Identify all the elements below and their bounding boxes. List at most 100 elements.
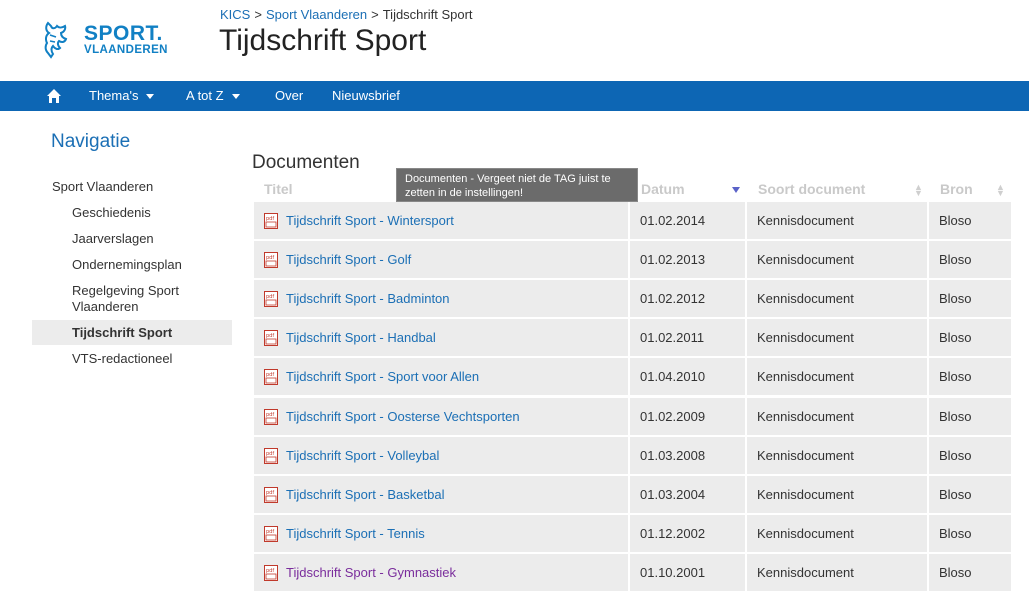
breadcrumb-separator: > bbox=[371, 7, 379, 22]
cell-kind: Kennisdocument bbox=[747, 475, 927, 513]
cell-title: pdf Tijdschrift Sport - Basketbal bbox=[254, 475, 628, 513]
cell-title: pdf Tijdschrift Sport - Oosterse Vechtspo… bbox=[254, 397, 628, 435]
main-navbar: Thema's A tot Z Over Nieuwsbrief bbox=[0, 81, 1029, 111]
svg-text:pdf: pdf bbox=[266, 216, 274, 222]
table-row: pdf Tijdschrift Sport - Oosterse Vechtspo… bbox=[254, 397, 1011, 435]
table-row: pdf Tijdschrift Sport - Wintersport 01.02.… bbox=[254, 202, 1011, 239]
table-row: pdf Tijdschrift Sport - Golf 01.02.2013 Ken… bbox=[254, 241, 1011, 279]
document-link[interactable]: Tijdschrift Sport - Gymnastiek bbox=[286, 565, 456, 580]
cell-title: pdf Tijdschrift Sport - Tennis bbox=[254, 514, 628, 552]
nav-over[interactable]: Over bbox=[275, 81, 303, 111]
svg-text:pdf: pdf bbox=[266, 568, 274, 574]
table-row: pdf Tijdschrift Sport - Sport voor Allen 0… bbox=[254, 358, 1011, 396]
cell-kind: Kennisdocument bbox=[747, 241, 927, 279]
pdf-icon: pdf bbox=[264, 291, 278, 308]
chevron-down-icon bbox=[231, 94, 240, 100]
svg-text:pdf: pdf bbox=[266, 412, 274, 418]
cell-title: pdf Tijdschrift Sport - Golf bbox=[254, 241, 628, 279]
column-header-datum[interactable]: Datum bbox=[641, 178, 685, 200]
sidebar-item-tijdschrift-sport[interactable]: Tijdschrift Sport bbox=[32, 320, 232, 345]
cell-title: pdf Tijdschrift Sport - Volleybal bbox=[254, 436, 628, 474]
pdf-icon: pdf bbox=[264, 486, 278, 503]
document-link[interactable]: Tijdschrift Sport - Basketbal bbox=[286, 487, 444, 502]
table-row: pdf Tijdschrift Sport - Basketbal 01.03.20… bbox=[254, 475, 1011, 513]
sidebar-item-sport-vlaanderen[interactable]: Sport Vlaanderen bbox=[32, 179, 232, 195]
table-row: pdf Tijdschrift Sport - Handbal 01.02.2011… bbox=[254, 319, 1011, 357]
pdf-icon: pdf bbox=[264, 408, 278, 425]
document-link[interactable]: Tijdschrift Sport - Wintersport bbox=[286, 213, 454, 228]
cell-kind: Kennisdocument bbox=[747, 202, 927, 239]
cell-source: Bloso bbox=[929, 553, 1011, 591]
sidebar-item-jaarverslagen[interactable]: Jaarverslagen bbox=[32, 231, 232, 247]
document-link[interactable]: Tijdschrift Sport - Handbal bbox=[286, 330, 436, 345]
table-row: pdf Tijdschrift Sport - Tennis 01.12.2002 K… bbox=[254, 514, 1011, 552]
cell-source: Bloso bbox=[929, 358, 1011, 396]
nav-themas[interactable]: Thema's bbox=[89, 81, 155, 111]
cell-kind: Kennisdocument bbox=[747, 358, 927, 396]
pdf-icon: pdf bbox=[264, 525, 278, 542]
sidebar-item-regelgeving[interactable]: Regelgeving Sport Vlaanderen bbox=[32, 283, 232, 315]
cell-title: pdf Tijdschrift Sport - Gymnastiek bbox=[254, 553, 628, 591]
sidebar-item-ondernemingsplan[interactable]: Ondernemingsplan bbox=[32, 257, 232, 273]
sort-icon[interactable]: ▲ ▼ bbox=[914, 183, 923, 198]
page-title: Tijdschrift Sport bbox=[219, 24, 427, 57]
svg-text:pdf: pdf bbox=[266, 451, 274, 457]
cell-source: Bloso bbox=[929, 436, 1011, 474]
svg-text:pdf: pdf bbox=[266, 372, 274, 378]
cell-date: 01.04.2010 bbox=[630, 358, 745, 396]
svg-text:pdf: pdf bbox=[266, 294, 274, 300]
document-link[interactable]: Tijdschrift Sport - Badminton bbox=[286, 291, 450, 306]
sidebar-title: Navigatie bbox=[51, 131, 131, 152]
pdf-icon: pdf bbox=[264, 252, 278, 269]
svg-text:pdf: pdf bbox=[266, 255, 274, 261]
home-icon[interactable] bbox=[46, 88, 62, 104]
cell-source: Bloso bbox=[929, 319, 1011, 357]
nav-a-tot-z[interactable]: A tot Z bbox=[186, 81, 240, 111]
document-link[interactable]: Tijdschrift Sport - Sport voor Allen bbox=[286, 369, 479, 384]
svg-text:pdf: pdf bbox=[266, 490, 274, 496]
cell-title: pdf Tijdschrift Sport - Wintersport bbox=[254, 202, 628, 239]
site-header: SPORT. VLAANDEREN KICS > Sport Vlaanderen >… bbox=[0, 0, 1029, 81]
sort-icon[interactable]: ▲ ▼ bbox=[996, 183, 1005, 198]
document-link[interactable]: Tijdschrift Sport - Volleybal bbox=[286, 448, 439, 463]
column-header-titel[interactable]: Titel bbox=[264, 178, 293, 200]
nav-nieuwsbrief[interactable]: Nieuwsbrief bbox=[332, 81, 400, 111]
pdf-icon: pdf bbox=[264, 447, 278, 464]
pdf-icon: pdf bbox=[264, 213, 278, 229]
sidebar-item-geschiedenis[interactable]: Geschiedenis bbox=[32, 205, 232, 221]
cell-title: pdf Tijdschrift Sport - Sport voor Allen bbox=[254, 358, 628, 396]
cell-date: 01.12.2002 bbox=[630, 514, 745, 552]
cell-source: Bloso bbox=[929, 397, 1011, 435]
svg-text:pdf: pdf bbox=[266, 333, 274, 339]
column-header-soort-document[interactable]: Soort document bbox=[758, 178, 865, 200]
document-link[interactable]: Tijdschrift Sport - Oosterse Vechtsporte… bbox=[286, 409, 520, 424]
cell-title: pdf Tijdschrift Sport - Badminton bbox=[254, 280, 628, 318]
cell-date: 01.02.2009 bbox=[630, 397, 745, 435]
cell-kind: Kennisdocument bbox=[747, 436, 927, 474]
flemish-lion-icon bbox=[44, 21, 68, 59]
table-row: pdf Tijdschrift Sport - Gymnastiek 01.10.2… bbox=[254, 553, 1011, 591]
document-link[interactable]: Tijdschrift Sport - Tennis bbox=[286, 526, 425, 541]
cell-date: 01.02.2011 bbox=[630, 319, 745, 357]
cell-source: Bloso bbox=[929, 241, 1011, 279]
cell-date: 01.02.2012 bbox=[630, 280, 745, 318]
documents-tooltip: Documenten - Vergeet niet de TAG juist t… bbox=[396, 168, 638, 202]
cell-source: Bloso bbox=[929, 280, 1011, 318]
cell-source: Bloso bbox=[929, 202, 1011, 239]
breadcrumb-sport-vlaanderen[interactable]: Sport Vlaanderen bbox=[266, 7, 367, 22]
sidebar-item-vts-redactioneel[interactable]: VTS-redactioneel bbox=[32, 351, 232, 367]
cell-date: 01.03.2008 bbox=[630, 436, 745, 474]
breadcrumb-kics[interactable]: KICS bbox=[220, 7, 250, 22]
sort-descending-icon[interactable] bbox=[732, 187, 740, 193]
cell-kind: Kennisdocument bbox=[747, 397, 927, 435]
sport-vlaanderen-logo[interactable]: SPORT. VLAANDEREN bbox=[42, 18, 192, 62]
table-row: pdf Tijdschrift Sport - Badminton 01.02.20… bbox=[254, 280, 1011, 318]
column-header-bron[interactable]: Bron bbox=[940, 178, 973, 200]
breadcrumb-current: Tijdschrift Sport bbox=[382, 7, 473, 22]
pdf-icon: pdf bbox=[264, 564, 278, 581]
cell-date: 01.02.2013 bbox=[630, 241, 745, 279]
cell-kind: Kennisdocument bbox=[747, 319, 927, 357]
document-link[interactable]: Tijdschrift Sport - Golf bbox=[286, 252, 411, 267]
cell-date: 01.02.2014 bbox=[630, 202, 745, 239]
logo-vlaanderen-text: VLAANDEREN bbox=[84, 44, 168, 57]
